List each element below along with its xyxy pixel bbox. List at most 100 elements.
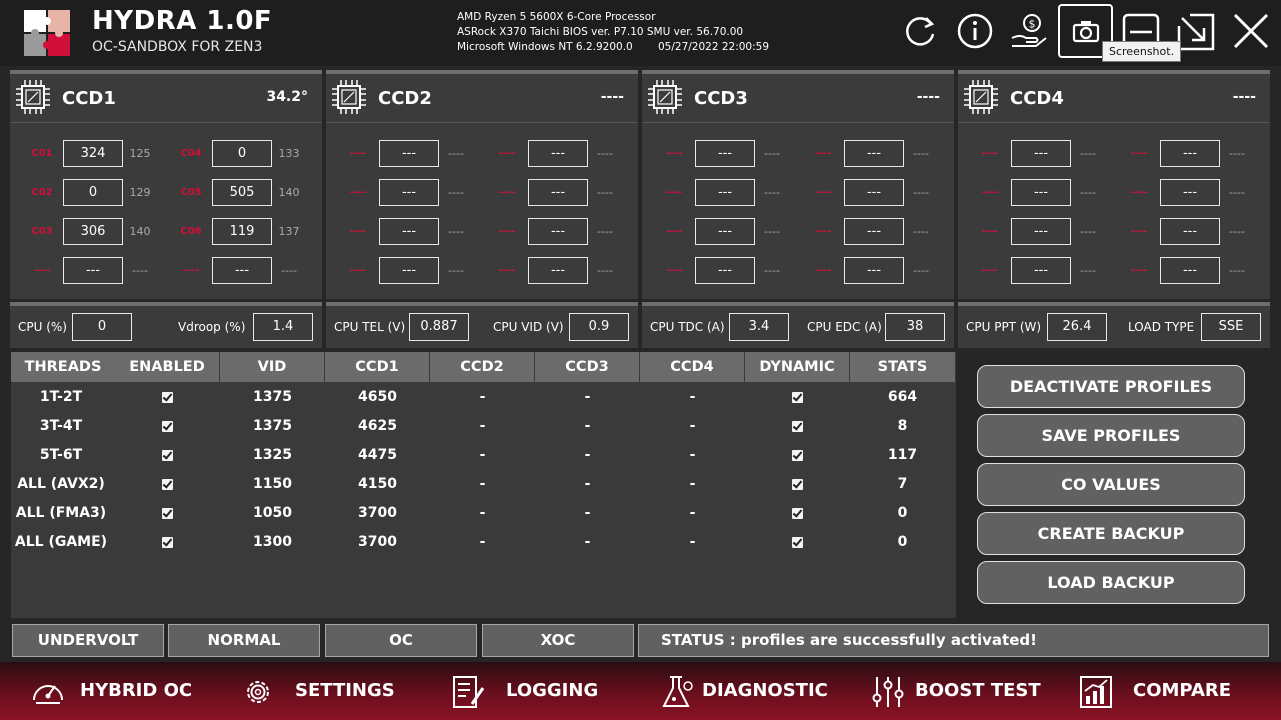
resize-icon[interactable] bbox=[1176, 12, 1218, 54]
load-backup-button[interactable]: LOAD BACKUP bbox=[977, 561, 1245, 604]
dynamic-checkbox-cell bbox=[745, 470, 850, 499]
puzzle-logo-icon bbox=[24, 10, 70, 56]
dynamic-checkbox[interactable] bbox=[792, 507, 803, 519]
dynamic-checkbox[interactable] bbox=[792, 391, 803, 403]
core-label: ---- bbox=[349, 265, 367, 276]
core-label: ---- bbox=[349, 148, 367, 159]
core-offset-input[interactable]: --- bbox=[1011, 140, 1071, 167]
core-offset-input[interactable]: --- bbox=[379, 140, 439, 167]
app-subtitle: OC-SANDBOX FOR ZEN3 bbox=[92, 39, 263, 55]
core-offset-input[interactable]: 505 bbox=[212, 179, 272, 206]
core-offset-input[interactable]: --- bbox=[528, 218, 588, 245]
ccd-panel-1: CCD1 34.2° C01 324 125 C04 0 133 C02 0 129… bbox=[10, 70, 322, 299]
core-label: ---- bbox=[182, 265, 200, 276]
ccd4-cell: - bbox=[689, 476, 696, 492]
dynamic-checkbox[interactable] bbox=[792, 449, 803, 461]
ccd1-cell: 4475 bbox=[358, 447, 397, 463]
info-icon[interactable] bbox=[954, 10, 996, 52]
metric-label: Vdroop (%) bbox=[178, 320, 246, 334]
core-offset-input[interactable]: --- bbox=[1160, 218, 1220, 245]
core-offset-input[interactable]: 0 bbox=[63, 179, 123, 206]
nav-logging[interactable]: LOGGING bbox=[450, 662, 600, 720]
create-backup-button[interactable]: CREATE BACKUP bbox=[977, 512, 1245, 555]
enabled-checkbox[interactable] bbox=[162, 391, 173, 403]
core-offset-input[interactable]: --- bbox=[1011, 218, 1071, 245]
core-offset-input[interactable]: --- bbox=[1011, 179, 1071, 206]
core-offset-input[interactable]: --- bbox=[212, 257, 272, 284]
nav-hybrid-oc[interactable]: HYBRID OC bbox=[30, 662, 192, 720]
dynamic-checkbox[interactable] bbox=[792, 478, 803, 490]
dynamic-checkbox[interactable] bbox=[792, 420, 803, 432]
refresh-icon[interactable] bbox=[899, 10, 941, 52]
core-offset-input[interactable]: --- bbox=[695, 218, 755, 245]
core-offset-input[interactable]: --- bbox=[1011, 257, 1071, 284]
metric-bar-2: CPU TEL (V) 0.887 CPU VID (V) 0.9 bbox=[326, 302, 638, 348]
column-header: CCD3 bbox=[535, 352, 640, 382]
core-offset-input[interactable]: --- bbox=[844, 140, 904, 167]
stats-cell: 0 bbox=[897, 534, 908, 550]
core-offset-input[interactable]: 324 bbox=[63, 140, 123, 167]
screenshot-tooltip: Screenshot. bbox=[1102, 41, 1182, 62]
co-values-button[interactable]: CO VALUES bbox=[977, 463, 1245, 506]
core-label: C01 bbox=[31, 148, 53, 159]
enabled-checkbox[interactable] bbox=[162, 449, 173, 461]
metric-label: LOAD TYPE bbox=[1128, 320, 1195, 334]
core-offset-input[interactable]: 0 bbox=[212, 140, 272, 167]
close-icon[interactable] bbox=[1230, 10, 1272, 52]
core-label: ---- bbox=[1130, 187, 1148, 198]
metric-value: 38 bbox=[885, 313, 945, 341]
core-offset-input[interactable]: --- bbox=[1160, 257, 1220, 284]
stats-cell: 7 bbox=[897, 476, 908, 492]
deactivate-profiles-button[interactable]: DEACTIVATE PROFILES bbox=[977, 365, 1245, 408]
core-label: ---- bbox=[814, 226, 832, 237]
core-max-value: 125 bbox=[129, 147, 151, 160]
core-offset-input[interactable]: --- bbox=[379, 257, 439, 284]
core-offset-input[interactable]: --- bbox=[1160, 140, 1220, 167]
ccd4-cell: - bbox=[689, 389, 696, 405]
core-offset-input[interactable]: --- bbox=[844, 179, 904, 206]
nav-diagnostic[interactable]: DIAGNOSTIC bbox=[660, 662, 830, 720]
dynamic-checkbox[interactable] bbox=[792, 536, 803, 548]
mode-normal-button[interactable]: NORMAL bbox=[168, 624, 320, 657]
enabled-checkbox[interactable] bbox=[162, 478, 173, 490]
core-offset-input[interactable]: --- bbox=[379, 218, 439, 245]
save-profiles-button[interactable]: SAVE PROFILES bbox=[977, 414, 1245, 457]
ccd-name: CCD2 bbox=[378, 88, 432, 109]
core-offset-input[interactable]: --- bbox=[528, 179, 588, 206]
ccd4-cell: - bbox=[689, 447, 696, 463]
metric-value: 0 bbox=[72, 313, 132, 341]
core-offset-input[interactable]: --- bbox=[695, 140, 755, 167]
core-offset-input[interactable]: --- bbox=[695, 179, 755, 206]
core-offset-input[interactable]: --- bbox=[63, 257, 123, 284]
enabled-checkbox-cell bbox=[115, 441, 220, 470]
mode-undervolt-button[interactable]: UNDERVOLT bbox=[12, 624, 164, 657]
core-offset-input[interactable]: 306 bbox=[63, 218, 123, 245]
core-offset-input[interactable]: --- bbox=[844, 257, 904, 284]
ccd3-cell: - bbox=[584, 418, 591, 434]
core-max-value: 140 bbox=[278, 186, 300, 199]
mode-xoc-button[interactable]: XOC bbox=[482, 624, 634, 657]
core-offset-input[interactable]: --- bbox=[379, 179, 439, 206]
nav-compare[interactable]: COMPARE bbox=[1078, 662, 1238, 720]
nav-boost-test[interactable]: BOOST TEST bbox=[870, 662, 1041, 720]
core-offset-input[interactable]: 119 bbox=[212, 218, 272, 245]
mode-oc-button[interactable]: OC bbox=[325, 624, 477, 657]
core-offset-input[interactable]: --- bbox=[695, 257, 755, 284]
core-offset-input[interactable]: --- bbox=[528, 257, 588, 284]
cpu-chip-icon bbox=[331, 79, 367, 115]
donate-icon[interactable]: $ bbox=[1008, 10, 1050, 52]
stats-cell: 117 bbox=[887, 447, 918, 463]
enabled-checkbox[interactable] bbox=[162, 420, 173, 432]
core-offset-input[interactable]: --- bbox=[844, 218, 904, 245]
enabled-checkbox[interactable] bbox=[162, 507, 173, 519]
enabled-checkbox-cell bbox=[115, 412, 220, 441]
ccd-panel-2: CCD2 ---- ---- --- ---- ---- --- --- - -- --… bbox=[326, 70, 638, 299]
core-max-value: ---- bbox=[597, 225, 613, 238]
vid-cell: 1300 bbox=[253, 534, 292, 550]
core-offset-input[interactable]: --- bbox=[528, 140, 588, 167]
enabled-checkbox[interactable] bbox=[162, 536, 173, 548]
core-offset-input[interactable]: --- bbox=[1160, 179, 1220, 206]
nav-settings[interactable]: SETTINGS bbox=[240, 662, 395, 720]
core-max-value: ---- bbox=[1229, 225, 1245, 238]
core-label: ---- bbox=[498, 187, 516, 198]
